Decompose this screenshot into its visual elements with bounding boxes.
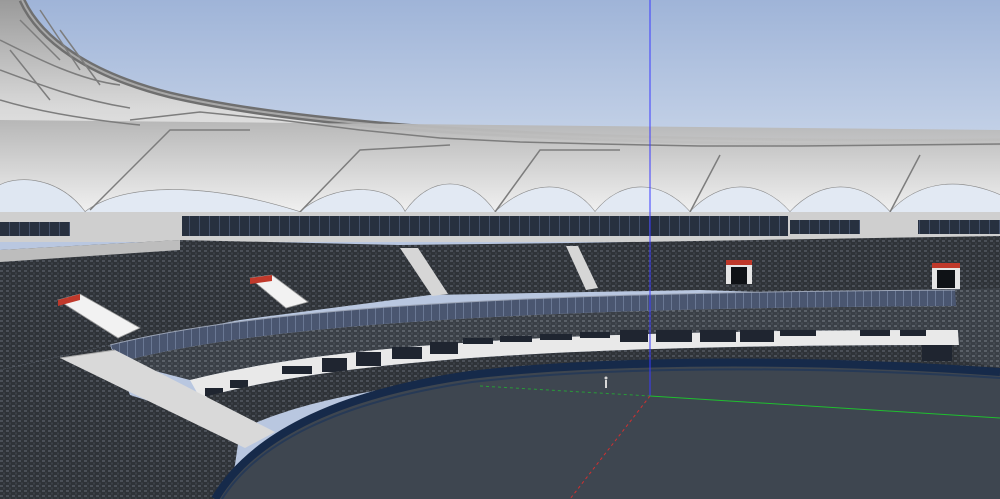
hospitality-glass-band <box>182 216 788 236</box>
model-viewport[interactable] <box>0 0 1000 499</box>
entrance-portal-1 <box>726 260 752 284</box>
entrance-portal-2 <box>932 263 960 289</box>
stadium-scene <box>0 0 1000 499</box>
right-corner-seating <box>955 288 1000 368</box>
